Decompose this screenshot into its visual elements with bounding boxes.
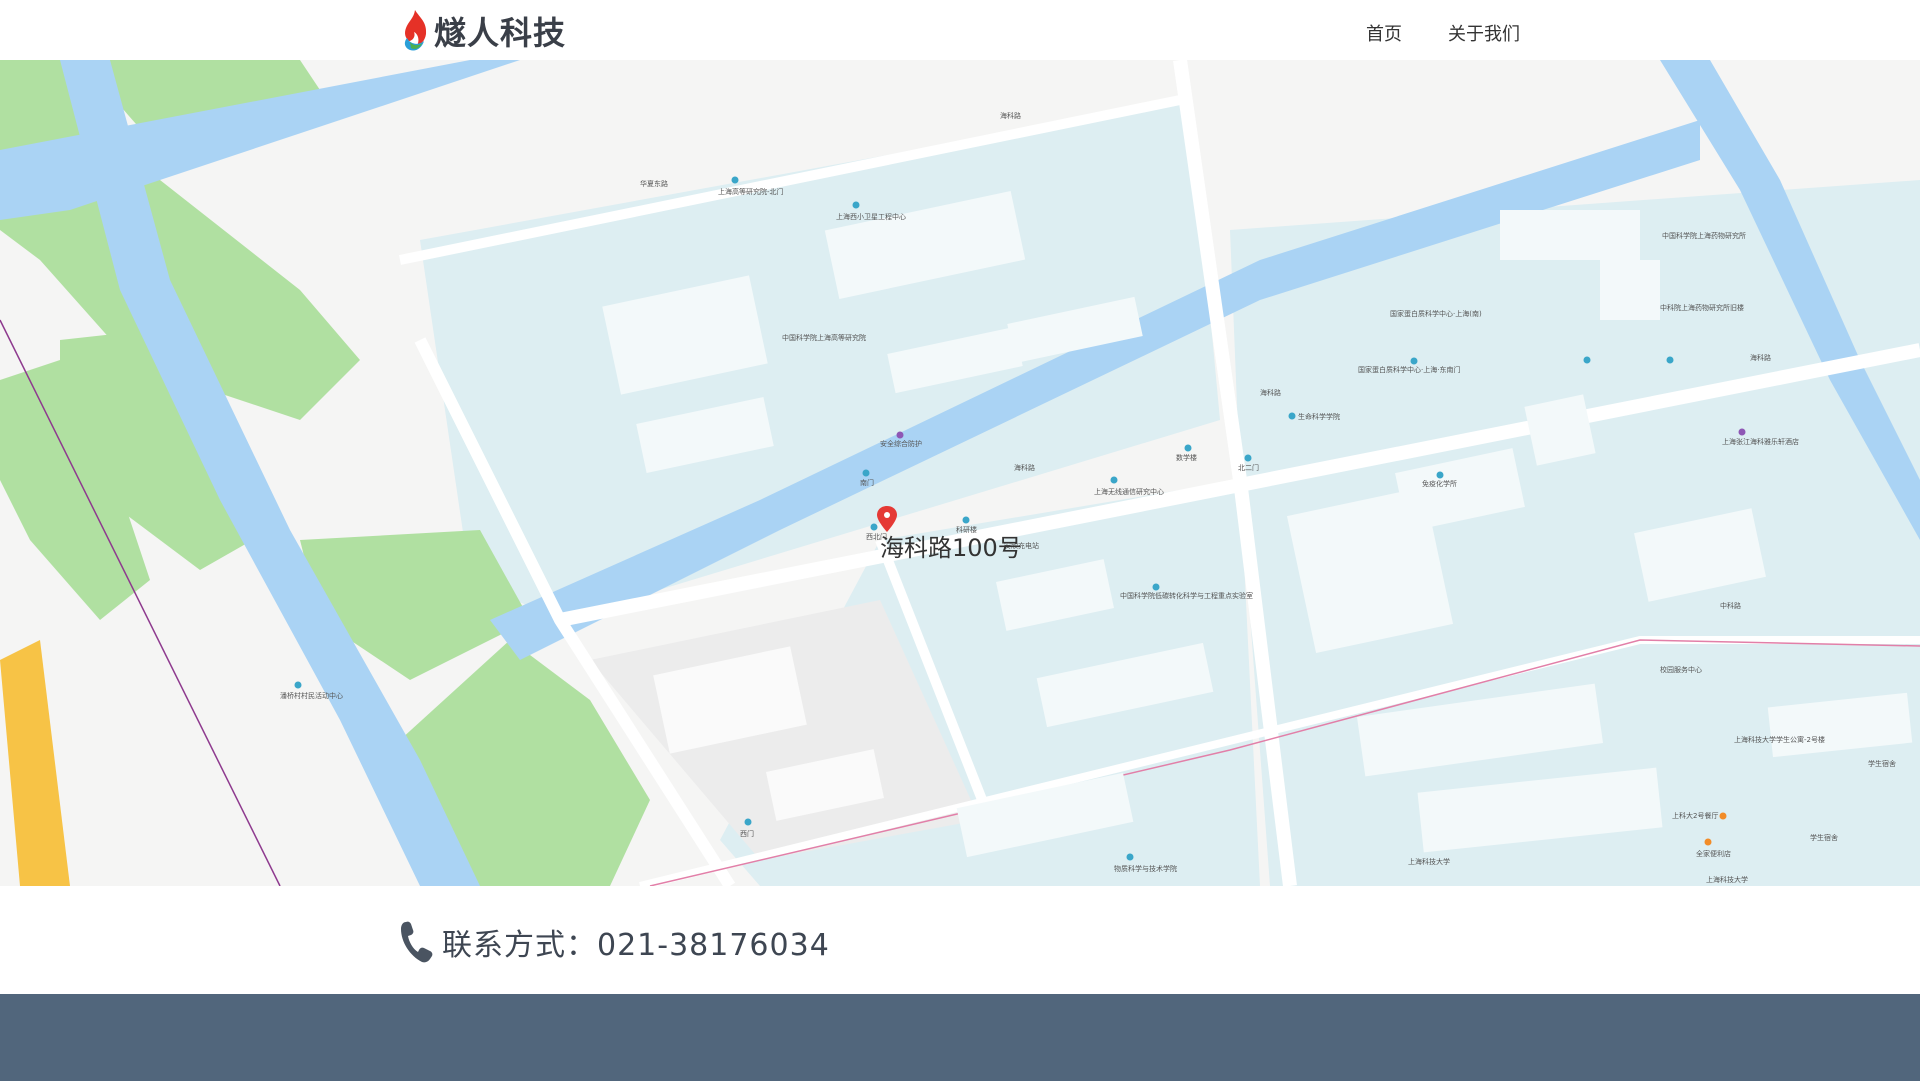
nav-home-link[interactable]: 首页 [1366, 20, 1402, 46]
poi-label: 免疫化学所 [1422, 479, 1457, 488]
poi-label: 西门 [740, 829, 754, 838]
poi-label: 北二门 [1238, 463, 1259, 472]
contact-phone-text: 联系方式：021-38176034 [442, 928, 830, 963]
poi-label: 南门 [860, 478, 874, 487]
poi-label: 学生宿舍 [1868, 759, 1896, 768]
map-canvas[interactable]: 海科路 海科路 海科路 海科路 中科路 华夏东路 上海高等研究院-北门 上海西小… [0, 60, 1920, 886]
nav-about-link[interactable]: 关于我们 [1448, 20, 1520, 46]
road-label: 中科路 [1720, 601, 1741, 610]
poi-label: 校园服务中心 [1660, 665, 1702, 674]
flame-logo-icon [404, 10, 427, 51]
poi-label: 上海科技大学 [1706, 875, 1748, 884]
brand-logo[interactable]: 燧人科技 [400, 4, 566, 58]
poi-label: 潘桥村村民活动中心 [280, 691, 343, 700]
poi-label: 上海高等研究院-北门 [718, 187, 784, 196]
contact-info: 联系方式：021-38176034 [400, 920, 830, 964]
poi-label: 上海张江海科雅乐轩酒店 [1722, 437, 1799, 446]
site-header: 燧人科技 首页 关于我们 [0, 0, 1920, 60]
page-footer [0, 994, 1920, 1081]
poi-label: 物质科学与技术学院 [1114, 864, 1177, 873]
poi-label: 上海无线通信研究中心 [1094, 487, 1164, 496]
road-label: 华夏东路 [640, 179, 668, 188]
location-map[interactable]: 海科路 海科路 海科路 海科路 中科路 华夏东路 上海高等研究院-北门 上海西小… [0, 60, 1920, 886]
poi-label: 数学楼 [1176, 453, 1197, 462]
road-label: 海科路 [1750, 353, 1771, 362]
poi-label: 中科院上海药物研究所旧楼 [1660, 303, 1744, 312]
poi-label: 上海科技大学学生公寓-2号楼 [1734, 735, 1825, 744]
poi-label: 中国科学院低碳转化科学与工程重点实验室 [1120, 591, 1253, 600]
poi-label: 全家便利店 [1696, 849, 1731, 858]
poi-label: 上海科技大学 [1408, 857, 1450, 866]
road-label: 海科路 [1260, 388, 1281, 397]
marker-address-label: 海科路100号 [880, 534, 1022, 562]
poi-label: 中国科学院上海药物研究所 [1662, 231, 1746, 240]
poi-label: 生命科学学院 [1298, 412, 1340, 421]
brand-name: 燧人科技 [434, 14, 567, 52]
phone-icon [401, 921, 433, 963]
poi-label: 中国科学院上海高等研究院 [782, 333, 866, 342]
poi-label: 国家蛋白质科学中心·上海(南) [1390, 309, 1482, 318]
poi-label: 安全综合防护 [880, 439, 922, 448]
poi-label: 上科大2号餐厅 [1672, 811, 1718, 820]
poi-label: 国家蛋白质科学中心·上海·东南门 [1358, 365, 1460, 374]
road-label: 海科路 [1000, 111, 1021, 120]
poi-label: 学生宿舍 [1810, 833, 1838, 842]
road-label: 海科路 [1014, 463, 1035, 472]
poi-label: 上海西小卫星工程中心 [836, 212, 906, 221]
